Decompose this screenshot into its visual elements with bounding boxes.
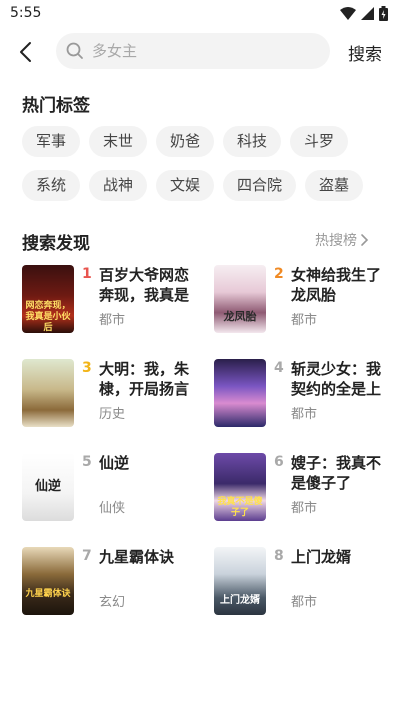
hot-tags-title: 热门标签 — [22, 96, 90, 116]
rank-number: 2 — [274, 266, 284, 282]
rank-number: 8 — [274, 548, 284, 564]
rank-number: 3 — [82, 360, 92, 376]
book-cover[interactable]: 九星霸体诀 — [22, 547, 74, 615]
book-cover[interactable]: 龙凤胎 — [214, 265, 266, 333]
book-genre: 历史 — [99, 407, 126, 422]
status-time: 5:55 — [10, 5, 42, 21]
search-box[interactable] — [56, 33, 330, 69]
book-cover[interactable]: 我真不是傻子了 — [214, 453, 266, 521]
book-item[interactable]: 龙凤胎 2 女神给我生了龙凤胎 都市 — [214, 265, 394, 337]
rank-number: 6 — [274, 454, 284, 470]
search-button[interactable]: 搜索 — [348, 40, 382, 65]
book-cover[interactable]: 上门龙婿 — [214, 547, 266, 615]
back-arrow-icon[interactable] — [14, 39, 40, 65]
cover-title-text: 上门龙婿 — [220, 595, 260, 606]
battery-icon — [379, 6, 388, 21]
book-genre: 都市 — [99, 313, 126, 328]
book-title: 百岁大爷网恋奔现，我真是 — [99, 266, 190, 304]
cover-title-text: 龙凤胎 — [223, 310, 257, 323]
search-bar: 搜索 — [0, 30, 402, 74]
hot-rank-link[interactable]: 热搜榜 — [315, 230, 369, 250]
book-cover[interactable] — [214, 359, 266, 427]
search-icon — [66, 42, 83, 59]
rank-number: 1 — [82, 266, 92, 282]
book-genre: 玄幻 — [99, 595, 126, 610]
book-genre: 仙侠 — [99, 501, 126, 516]
book-item[interactable]: 上门龙婿 8 上门龙婿 都市 — [214, 547, 394, 619]
discover-title: 搜索发现 — [22, 234, 90, 254]
status-icons — [340, 6, 388, 21]
book-item[interactable]: 3 大明：我，朱棣，开局扬言 历史 — [22, 359, 202, 431]
book-title: 上门龙婿 — [291, 548, 352, 566]
tag-chip[interactable]: 战神 — [89, 170, 148, 201]
wifi-icon — [340, 7, 356, 20]
tag-chip[interactable]: 文娱 — [156, 170, 215, 201]
book-cover[interactable] — [22, 359, 74, 427]
rank-number: 4 — [274, 360, 284, 376]
signal-icon — [361, 7, 374, 20]
chevron-right-icon — [361, 234, 369, 246]
tag-chip[interactable]: 军事 — [22, 126, 81, 157]
book-title: 九星霸体诀 — [99, 548, 175, 566]
rank-number: 7 — [82, 548, 92, 564]
rank-number: 5 — [82, 454, 92, 470]
book-item[interactable]: 九星霸体诀 7 九星霸体诀 玄幻 — [22, 547, 202, 619]
book-genre: 都市 — [291, 595, 318, 610]
tag-chip[interactable]: 系统 — [22, 170, 81, 201]
search-input[interactable] — [92, 33, 312, 69]
tag-chip[interactable]: 科技 — [223, 126, 282, 157]
book-item[interactable]: 我真不是傻子了 6 嫂子：我真不是傻子了 都市 — [214, 453, 394, 525]
book-genre: 都市 — [291, 407, 318, 422]
book-item[interactable]: 4 斩灵少女：我契约的全是上 都市 — [214, 359, 394, 431]
book-title: 大明：我，朱棣，开局扬言 — [99, 360, 190, 398]
status-bar: 5:55 — [0, 0, 402, 28]
tag-chip[interactable]: 斗罗 — [290, 126, 349, 157]
cover-title-text: 我真不是傻子了 — [217, 497, 263, 518]
tag-chip[interactable]: 四合院 — [223, 170, 297, 201]
book-genre: 都市 — [291, 313, 318, 328]
tag-chip[interactable]: 盗墓 — [305, 170, 364, 201]
book-cover[interactable]: 网恋奔现，我真是小伙后 — [22, 265, 74, 333]
cover-title-text: 仙逆 — [34, 479, 61, 494]
book-title: 仙逆 — [99, 454, 130, 472]
book-cover[interactable]: 仙逆 — [22, 453, 74, 521]
tag-chip[interactable]: 末世 — [89, 126, 148, 157]
book-title: 女神给我生了龙凤胎 — [291, 266, 382, 304]
hot-rank-label: 热搜榜 — [315, 233, 357, 249]
cover-title-text: 网恋奔现，我真是小伙后 — [25, 301, 71, 333]
book-item[interactable]: 仙逆 5 仙逆 仙侠 — [22, 453, 202, 525]
book-title: 嫂子：我真不是傻子了 — [291, 454, 382, 492]
book-genre: 都市 — [291, 501, 318, 516]
book-title: 斩灵少女：我契约的全是上 — [291, 360, 382, 398]
cover-title-text: 九星霸体诀 — [25, 589, 71, 599]
tag-chip[interactable]: 奶爸 — [156, 126, 215, 157]
book-item[interactable]: 网恋奔现，我真是小伙后 1 百岁大爷网恋奔现，我真是 都市 — [22, 265, 202, 337]
